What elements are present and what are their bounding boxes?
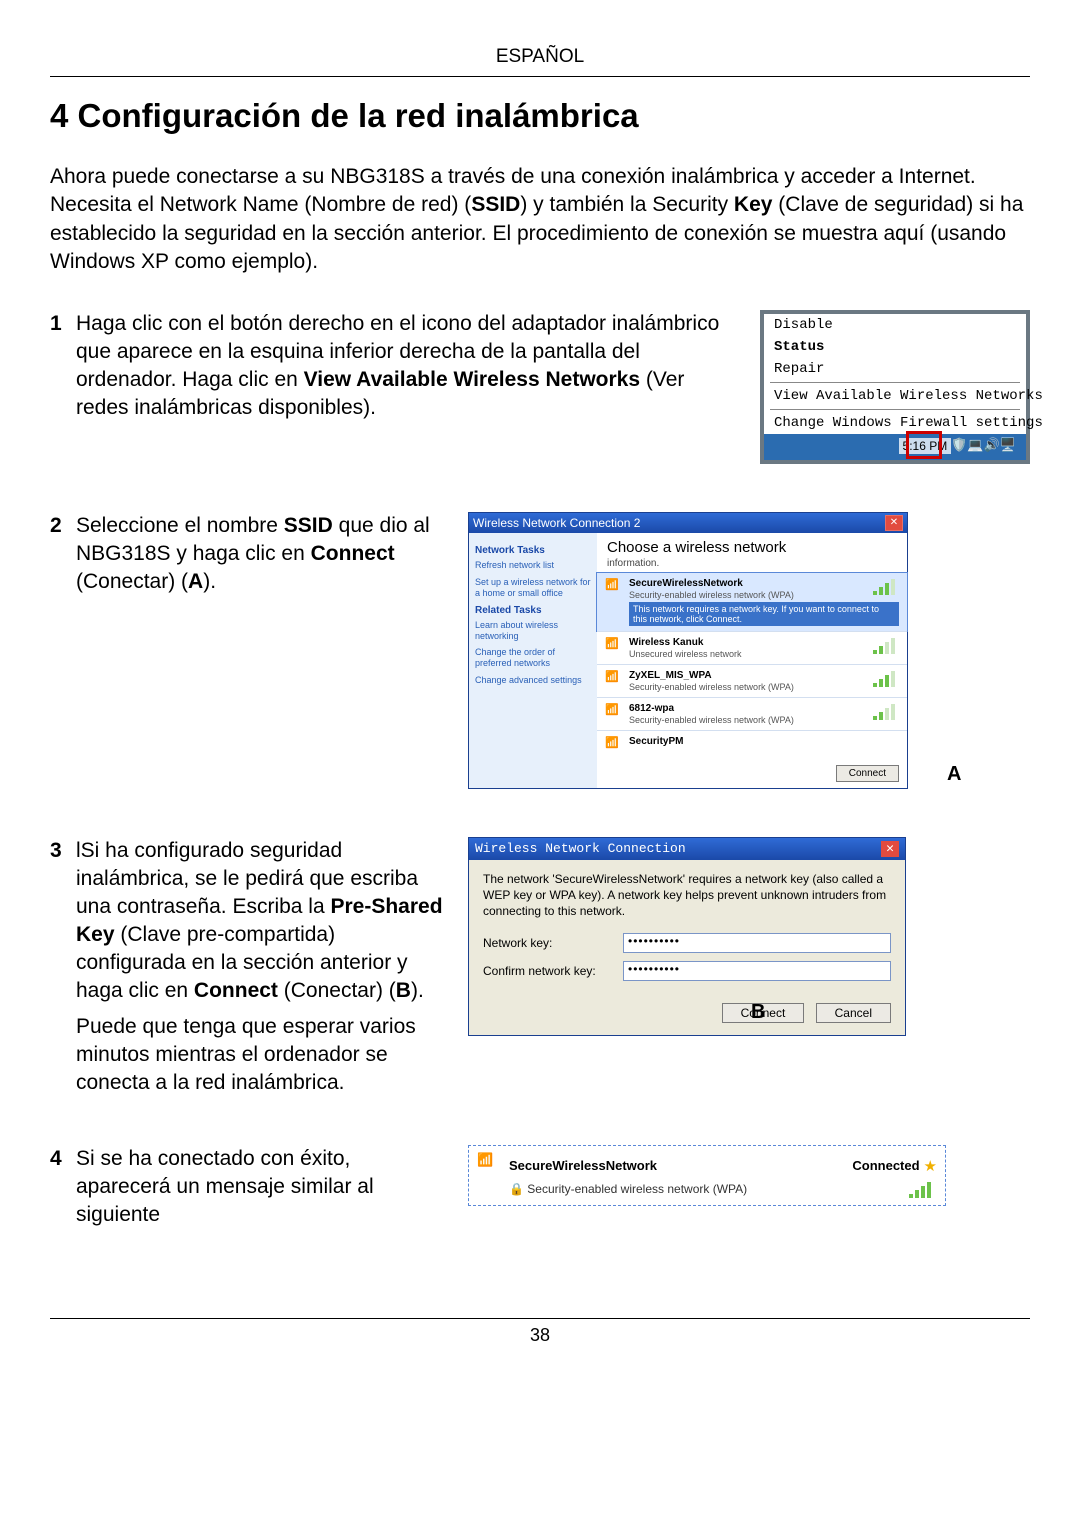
step-text: ). xyxy=(203,570,216,593)
step-text: ). xyxy=(411,979,424,1002)
signal-bars-icon xyxy=(873,671,899,690)
network-msg: This network requires a network key. If … xyxy=(629,602,899,626)
sidebar-link-refresh[interactable]: Refresh network list xyxy=(475,560,591,571)
network-key-input[interactable]: •••••••••• xyxy=(623,933,891,953)
confirm-key-label: Confirm network key: xyxy=(483,964,623,978)
network-key-dialog: Wireless Network Connection ✕ The networ… xyxy=(468,837,906,1036)
panel-heading: Choose a wireless network xyxy=(597,533,907,558)
sidebar-link-setup[interactable]: Set up a wireless network for a home or … xyxy=(475,577,591,599)
signal-bars-icon xyxy=(873,579,899,598)
menu-view-networks[interactable]: View Available Wireless Networks xyxy=(764,385,1026,407)
confirm-key-input[interactable]: •••••••••• xyxy=(623,961,891,981)
cancel-button[interactable]: Cancel xyxy=(816,1003,891,1023)
sidebar-tasks: Network Tasks Refresh network list Set u… xyxy=(469,533,597,788)
wireless-chooser-window: Wireless Network Connection 2 ✕ Network … xyxy=(468,512,908,789)
wifi-icon: 📶 xyxy=(477,1152,501,1180)
network-name: ZyXEL_MIS_WPA xyxy=(629,670,899,681)
menu-separator xyxy=(770,409,1020,410)
dialog-title: Wireless Network Connection xyxy=(475,841,686,857)
menu-status[interactable]: Status xyxy=(764,336,1026,358)
dialog-titlebar: Wireless Network Connection ✕ xyxy=(469,838,905,860)
system-tray: 🛡️💻🔊🖥️ 5:16 PM xyxy=(764,434,1026,460)
sidebar-link-learn[interactable]: Learn about wireless networking xyxy=(475,620,591,642)
connected-status-box: 📶 SecureWirelessNetwork Connected ★ 🔒 Se… xyxy=(468,1145,946,1206)
tray-clock: 5:16 PM xyxy=(899,438,952,454)
signal-bars-icon xyxy=(909,1182,935,1201)
menu-disable[interactable]: Disable xyxy=(764,314,1026,336)
step-number: 3 xyxy=(50,837,76,1005)
language-header: ESPAÑOL xyxy=(50,46,1030,77)
dialog-message: The network 'SecureWirelessNetwork' requ… xyxy=(483,872,891,919)
connected-status: Connected xyxy=(852,1158,919,1173)
step-text: (Conectar) ( xyxy=(278,979,396,1002)
step-bold: Connect xyxy=(194,979,278,1002)
connect-button[interactable]: Connect xyxy=(836,765,899,782)
network-item[interactable]: 📶 ZyXEL_MIS_WPA Security-enabled wireles… xyxy=(597,664,907,697)
window-title: Wireless Network Connection 2 xyxy=(473,516,640,530)
sidebar-link-order[interactable]: Change the order of preferred networks xyxy=(475,647,591,669)
network-desc: Security-enabled wireless network (WPA) xyxy=(629,590,899,600)
tray-icons: 🛡️💻🔊🖥️ xyxy=(951,437,1016,453)
step-3-text: 3 lSi ha configurado seguridad inalámbri… xyxy=(50,837,468,1096)
sidebar-link-advanced[interactable]: Change advanced settings xyxy=(475,675,591,686)
network-desc: Security-enabled wireless network (WPA) xyxy=(629,715,899,725)
sidebar-heading: Network Tasks xyxy=(475,545,591,556)
step-bold: A xyxy=(188,570,203,593)
network-item-selected[interactable]: 📶 SecureWirelessNetwork Security-enabled… xyxy=(596,572,908,632)
network-item[interactable]: 📶 6812-wpa Security-enabled wireless net… xyxy=(597,697,907,730)
step-bold: View Available Wireless Networks xyxy=(304,368,640,391)
menu-separator xyxy=(770,382,1020,383)
network-list-panel: Choose a wireless network information. 📶… xyxy=(597,533,907,788)
network-desc: Unsecured wireless network xyxy=(629,649,899,659)
network-name: SecureWirelessNetwork xyxy=(629,578,899,589)
step-text: Seleccione el nombre xyxy=(76,514,284,537)
step-text: Si se ha conectado con éxito, aparecerá … xyxy=(76,1145,450,1229)
step-4-text: 4 Si se ha conectado con éxito, aparecer… xyxy=(50,1145,468,1229)
page-number: 38 xyxy=(50,1318,1030,1346)
network-name: SecurityPM xyxy=(629,736,899,747)
menu-firewall[interactable]: Change Windows Firewall settings xyxy=(764,412,1026,434)
wifi-icon: 📶 xyxy=(605,703,623,721)
annotation-a: A xyxy=(947,763,961,786)
menu-repair[interactable]: Repair xyxy=(764,358,1026,380)
step-2-text: 2 Seleccione el nombre SSID que dio al N… xyxy=(50,512,468,596)
step-bold: Connect xyxy=(311,542,395,565)
connected-name: SecureWirelessNetwork xyxy=(509,1158,852,1173)
step-text: (Conectar) ( xyxy=(76,570,188,593)
sidebar-heading: Related Tasks xyxy=(475,605,591,616)
section-title: 4 Configuración de la red inalámbrica xyxy=(50,97,1030,135)
step-number: 4 xyxy=(50,1145,76,1229)
signal-bars-icon xyxy=(873,638,899,657)
wifi-icon: 📶 xyxy=(605,736,623,754)
wifi-icon: 📶 xyxy=(605,670,623,688)
step-number: 2 xyxy=(50,512,76,596)
connected-desc: 🔒 Security-enabled wireless network (WPA… xyxy=(509,1182,909,1201)
network-key-label: Network key: xyxy=(483,936,623,950)
step-bold: SSID xyxy=(284,514,333,537)
intro-bold-key: Key xyxy=(734,193,773,216)
step-bold: B xyxy=(396,979,411,1002)
wifi-icon: 📶 xyxy=(605,637,623,655)
annotation-b: B xyxy=(751,1001,765,1024)
close-icon[interactable]: ✕ xyxy=(881,841,899,857)
context-menu-screenshot: Disable Status Repair View Available Wir… xyxy=(760,310,1030,464)
network-desc: Security-enabled wireless network (WPA) xyxy=(629,682,899,692)
wifi-icon: 📶 xyxy=(605,578,623,596)
panel-info: information. xyxy=(597,558,907,573)
close-icon[interactable]: ✕ xyxy=(885,515,903,531)
signal-bars-icon xyxy=(873,704,899,723)
network-name: Wireless Kanuk xyxy=(629,637,899,648)
step-1-text: 1 Haga clic con el botón derecho en el i… xyxy=(50,310,760,422)
intro-paragraph: Ahora puede conectarse a su NBG318S a tr… xyxy=(50,163,1030,276)
intro-bold-ssid: SSID xyxy=(471,193,520,216)
window-titlebar: Wireless Network Connection 2 ✕ xyxy=(469,513,907,533)
network-item[interactable]: 📶 SecurityPM xyxy=(597,730,907,759)
step-3-p2: Puede que tenga que esperar varios minut… xyxy=(76,1013,450,1097)
step-number: 1 xyxy=(50,310,76,422)
star-icon: ★ xyxy=(924,1157,937,1175)
network-name: 6812-wpa xyxy=(629,703,899,714)
network-item[interactable]: 📶 Wireless Kanuk Unsecured wireless netw… xyxy=(597,631,907,664)
intro-text: ) y también la Security xyxy=(520,193,734,216)
